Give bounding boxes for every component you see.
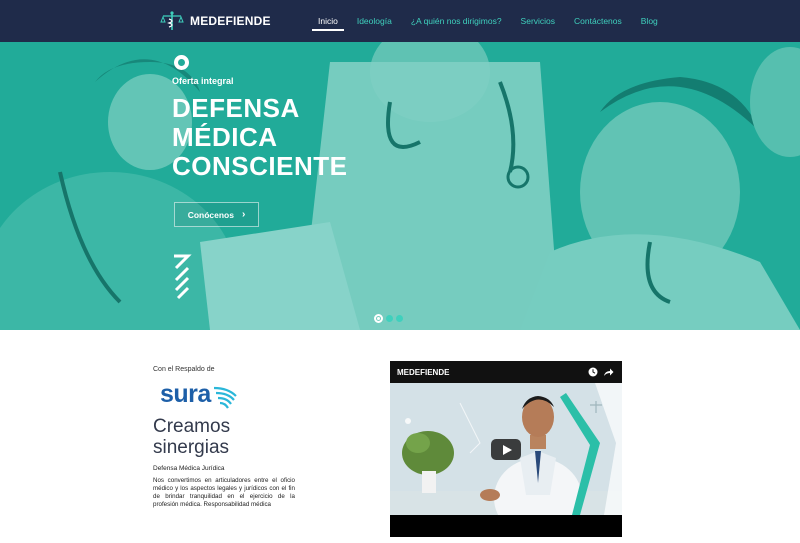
conocenos-button[interactable]: Conócenos › — [174, 202, 259, 227]
slide-dot-3[interactable] — [396, 315, 403, 322]
hero-kicker: Oferta integral — [172, 76, 234, 86]
section-title-line-2: sinergias — [153, 437, 230, 458]
section-subheading: Defensa Médica Jurídica — [153, 465, 225, 472]
caduceus-scale-icon — [160, 11, 184, 30]
stripes-icon — [174, 254, 192, 300]
section-title: Creamos sinergias — [153, 416, 230, 458]
hero-title-line-2: MÉDICA — [172, 122, 278, 152]
video-title-bar: MEDEFIENDE — [390, 361, 622, 383]
sura-wing-icon — [213, 386, 237, 409]
sura-logo[interactable]: sura — [160, 380, 240, 410]
menu-item-servicios[interactable]: Servicios — [515, 0, 561, 42]
slider-pagination — [374, 314, 403, 323]
brand-logo[interactable]: MEDEFIENDE — [160, 10, 270, 32]
menu-item-a-quien-nos-dirigimos[interactable]: ¿A quién nos dirigimos? — [405, 0, 508, 42]
brand-name: MEDEFIENDE — [190, 14, 271, 28]
video-player[interactable]: MEDEFIENDE — [390, 361, 622, 537]
slide-dot-2[interactable] — [386, 315, 393, 322]
menu-item-ideologia[interactable]: Ideología — [351, 0, 398, 42]
sura-logo-text: sura — [160, 380, 211, 408]
hero-slider: Oferta integral DEFENSA MÉDICA CONSCIENT… — [0, 42, 800, 330]
share-icon[interactable] — [603, 367, 614, 377]
ring-icon — [174, 55, 189, 70]
hero-title-line-3: CONSCIENTE — [172, 151, 348, 181]
play-button[interactable] — [491, 439, 521, 460]
clock-icon[interactable] — [588, 367, 598, 377]
top-nav: MEDEFIENDE Inicio Ideología ¿A quién nos… — [0, 0, 800, 42]
hero-tint-overlay — [0, 42, 800, 330]
menu-item-inicio[interactable]: Inicio — [312, 0, 344, 42]
hero-title: DEFENSA MÉDICA CONSCIENTE — [172, 94, 347, 181]
menu-item-contactenos[interactable]: Contáctenos — [568, 0, 628, 42]
hero-title-line-1: DEFENSA — [172, 93, 300, 123]
chevron-right-icon: › — [241, 209, 246, 220]
backed-by-label: Con el Respaldo de — [153, 366, 215, 373]
section-title-line-1: Creamos — [153, 416, 231, 437]
conocenos-button-label: Conócenos — [187, 209, 234, 220]
slide-dot-1[interactable] — [374, 314, 383, 323]
video-title[interactable]: MEDEFIENDE — [397, 368, 449, 377]
main-menu: Inicio Ideología ¿A quién nos dirigimos?… — [312, 0, 671, 42]
section-paragraph: Nos convertimos en articuladores entre e… — [153, 477, 295, 508]
menu-item-blog[interactable]: Blog — [635, 0, 664, 42]
